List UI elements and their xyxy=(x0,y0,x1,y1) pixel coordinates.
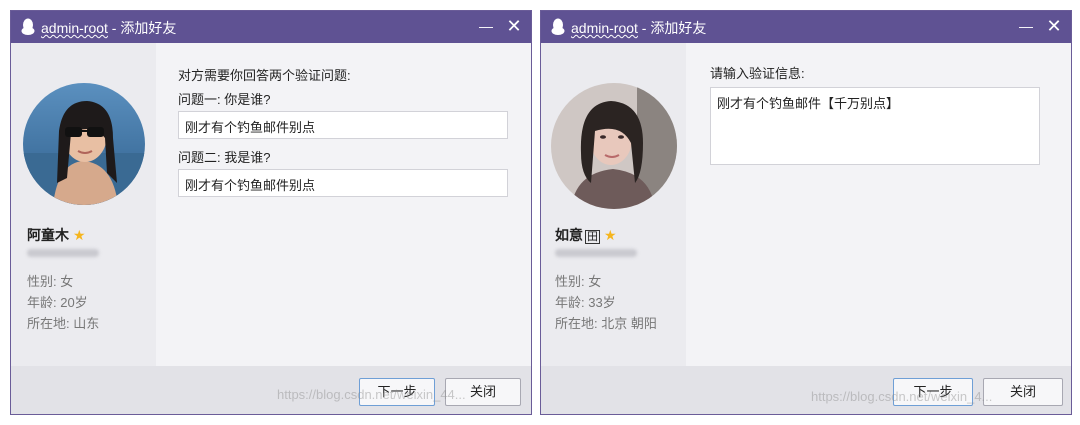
account-name: admin-root xyxy=(571,20,638,36)
question2-label: 问题二: 我是谁? xyxy=(178,150,271,165)
avatar-photo xyxy=(551,83,677,209)
redacted-account-number xyxy=(27,249,99,257)
close-button[interactable]: 关闭 xyxy=(445,378,521,406)
window-title: admin-root - 添加好友 xyxy=(571,18,706,38)
verification-prompt: 请输入验证信息: xyxy=(710,66,805,81)
verification-content: 对方需要你回答两个验证问题: 问题一: 你是谁? 刚才有个钓鱼邮件别点 问题二:… xyxy=(156,43,531,366)
profile-name: 如意田 ★ xyxy=(555,225,617,245)
gender-text: 性别: 女 xyxy=(555,274,602,289)
gender-text: 性别: 女 xyxy=(27,274,74,289)
profile-name: 阿童木 ★ xyxy=(27,225,86,245)
avatar-photo xyxy=(23,83,145,205)
redacted-account-number xyxy=(555,249,637,257)
name-text: 阿童木 xyxy=(27,227,69,243)
footer: 下一步 关闭 xyxy=(541,366,1071,414)
qq-penguin-icon xyxy=(551,18,565,35)
next-step-button[interactable]: 下一步 xyxy=(359,378,435,406)
account-name: admin-root xyxy=(41,20,108,36)
question1-answer-input[interactable]: 刚才有个钓鱼邮件别点 xyxy=(178,111,508,139)
title-separator: - xyxy=(107,20,121,36)
location-text: 所在地: 山东 xyxy=(27,316,100,331)
qq-penguin-icon xyxy=(21,18,35,35)
title-bar[interactable]: admin-root - 添加好友 — ✕ xyxy=(11,11,531,43)
name-text: 如意 xyxy=(555,227,583,243)
star-icon: ★ xyxy=(73,227,86,243)
avatar xyxy=(23,83,145,205)
age-text: 年龄: 20岁 xyxy=(27,295,88,310)
title-action: 添加好友 xyxy=(120,20,177,36)
avatar xyxy=(551,83,677,209)
title-separator: - xyxy=(637,20,651,36)
question1-label: 问题一: 你是谁? xyxy=(178,92,271,107)
title-action: 添加好友 xyxy=(650,20,707,36)
add-friend-window-right: admin-root - 添加好友 — ✕ 如意田 ★ 性别: 女 年龄: 33岁… xyxy=(540,10,1072,415)
verification-message-input[interactable]: 刚才有个钓鱼邮件【千万别点】 xyxy=(710,87,1040,165)
question2-answer-input[interactable]: 刚才有个钓鱼邮件别点 xyxy=(178,169,508,197)
close-icon[interactable]: ✕ xyxy=(503,15,525,37)
minimize-button[interactable]: — xyxy=(1015,15,1037,37)
profile-panel: 如意田 ★ 性别: 女 年龄: 33岁 所在地: 北京 朝阳 xyxy=(541,43,686,366)
verification-prompt: 对方需要你回答两个验证问题: xyxy=(178,68,351,83)
footer: 下一步 关闭 xyxy=(11,366,531,414)
window-title: admin-root - 添加好友 xyxy=(41,18,176,38)
close-button[interactable]: 关闭 xyxy=(983,378,1063,406)
next-step-button[interactable]: 下一步 xyxy=(893,378,973,406)
profile-panel: 阿童木 ★ 性别: 女 年龄: 20岁 所在地: 山东 xyxy=(11,43,156,366)
close-icon[interactable]: ✕ xyxy=(1043,15,1065,37)
title-bar[interactable]: admin-root - 添加好友 — ✕ xyxy=(541,11,1071,43)
age-text: 年龄: 33岁 xyxy=(555,295,616,310)
verification-content: 请输入验证信息: 刚才有个钓鱼邮件【千万别点】 xyxy=(686,43,1071,366)
star-icon: ★ xyxy=(604,227,617,243)
name-badge: 田 xyxy=(585,230,600,244)
minimize-button[interactable]: — xyxy=(475,15,497,37)
location-text: 所在地: 北京 朝阳 xyxy=(555,316,657,331)
add-friend-window-left: admin-root - 添加好友 — ✕ 阿童木 ★ 性别: 女 年龄: 20岁… xyxy=(10,10,532,415)
